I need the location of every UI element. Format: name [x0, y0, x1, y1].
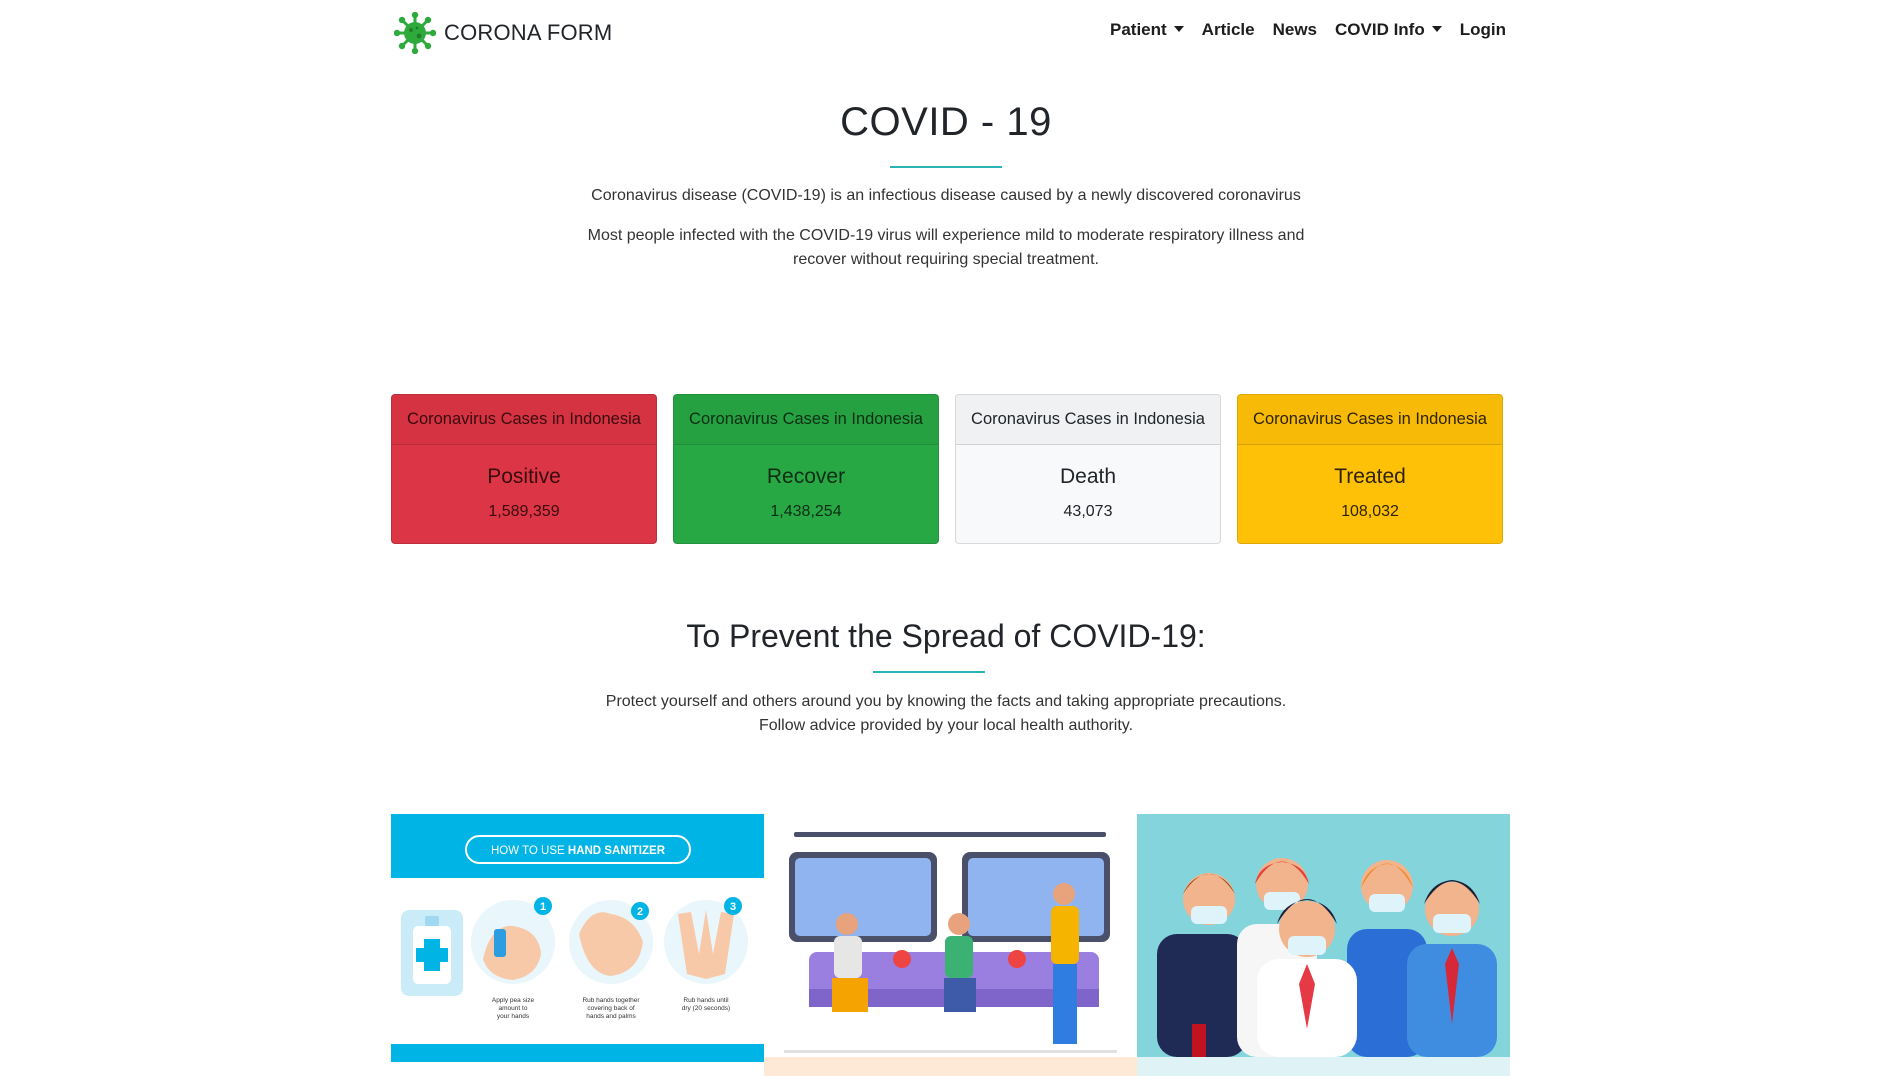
prevention-illustrations: HOW TO USE HAND SANITIZER 1 2 3 Apply pe… — [391, 814, 1511, 1076]
svg-text:your hands: your hands — [497, 1013, 530, 1020]
svg-text:dry (20 seconds): dry (20 seconds) — [682, 1005, 730, 1012]
stat-card-treated: Coronavirus Cases in Indonesia Treated 1… — [1237, 394, 1503, 544]
people-wearing-masks-image — [1137, 814, 1510, 1076]
stat-card-death: Coronavirus Cases in Indonesia Death 43,… — [955, 394, 1221, 544]
card-title: Death — [1059, 465, 1117, 488]
nav-item-news[interactable]: News — [1273, 20, 1317, 40]
brand-name: CORONA FORM — [444, 20, 613, 45]
svg-text:amount to: amount to — [499, 1005, 528, 1012]
card-header: Coronavirus Cases in Indonesia — [1238, 395, 1502, 445]
hero-paragraph-1: Coronavirus disease (COVID-19) is an inf… — [591, 187, 1301, 204]
svg-text:1: 1 — [540, 901, 546, 913]
virus-icon — [394, 12, 436, 54]
nav-item-article[interactable]: Article — [1202, 20, 1255, 40]
card-value: 43,073 — [1063, 503, 1113, 520]
chevron-down-icon — [1431, 26, 1442, 32]
chevron-down-icon — [1173, 26, 1184, 32]
hero-paragraph-2-line-1: Most people infected with the COVID-19 v… — [587, 227, 1305, 244]
hand-sanitizer-illustration: HOW TO USE HAND SANITIZER 1 2 3 Apply pe… — [391, 814, 764, 1076]
svg-text:Rub hands together: Rub hands together — [582, 997, 640, 1004]
prevent-title: To Prevent the Spread of COVID-19: — [686, 618, 1206, 654]
card-value: 1,438,254 — [770, 503, 842, 520]
social-distancing-train-image — [764, 814, 1137, 1076]
card-title: Recover — [766, 465, 846, 488]
card-header: Coronavirus Cases in Indonesia — [956, 395, 1220, 445]
nav-menu: Patient Article News COVID Info Login — [1092, 20, 1506, 40]
title-underline — [890, 166, 1002, 168]
page-title: COVID - 19 — [840, 100, 1052, 144]
navbar: CORONA FORM Patient Article News COVID I… — [386, 0, 1506, 64]
stat-card-positive: Coronavirus Cases in Indonesia Positive … — [391, 394, 657, 544]
masks-illustration — [1137, 814, 1510, 1076]
card-header: Coronavirus Cases in Indonesia — [674, 395, 938, 445]
svg-text:2: 2 — [637, 906, 643, 918]
card-value: 1,589,359 — [488, 503, 560, 520]
svg-text:HOW TO USE HAND SANITIZER: HOW TO USE HAND SANITIZER — [491, 845, 666, 857]
train-illustration — [764, 814, 1137, 1076]
prevent-line-1: Protect yourself and others around you b… — [605, 693, 1287, 710]
nav-item-login[interactable]: Login — [1460, 20, 1506, 40]
svg-text:covering back of: covering back of — [587, 1005, 635, 1012]
card-title: Positive — [487, 465, 561, 488]
svg-text:3: 3 — [730, 901, 736, 913]
section-underline — [873, 671, 985, 673]
svg-text:Rub hands until: Rub hands until — [683, 997, 729, 1004]
nav-item-covid-info[interactable]: COVID Info — [1335, 20, 1442, 40]
hero-paragraph-2-line-2: recover without requiring special treatm… — [793, 251, 1099, 268]
card-title: Treated — [1334, 465, 1406, 488]
card-header: Coronavirus Cases in Indonesia — [392, 395, 656, 445]
svg-text:Apply pea size: Apply pea size — [492, 997, 535, 1004]
brand-link[interactable]: CORONA FORM — [394, 12, 612, 54]
prevent-line-2: Follow advice provided by your local hea… — [758, 717, 1134, 734]
hand-sanitizer-image: HOW TO USE HAND SANITIZER 1 2 3 Apply pe… — [391, 814, 764, 1076]
svg-text:hands and palms: hands and palms — [586, 1013, 636, 1020]
card-value: 108,032 — [1341, 503, 1399, 520]
stat-card-recover: Coronavirus Cases in Indonesia Recover 1… — [673, 394, 939, 544]
nav-item-patient[interactable]: Patient — [1110, 20, 1184, 40]
